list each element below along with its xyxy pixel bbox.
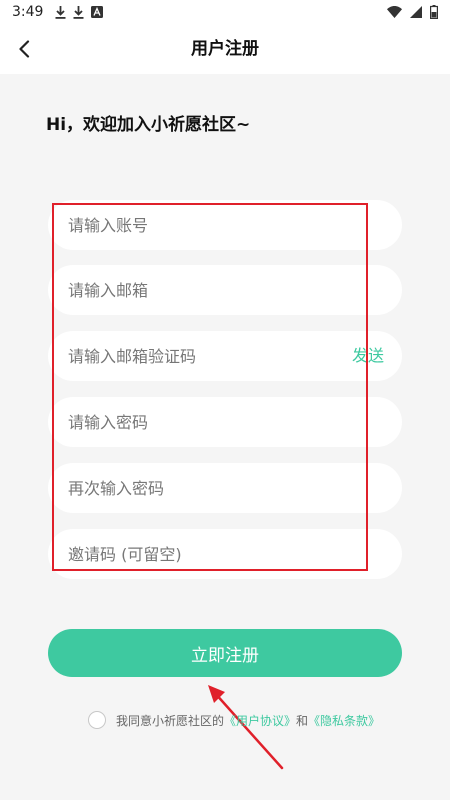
welcome-greeting: Hi，欢迎加入小祈愿社区~ xyxy=(46,115,251,135)
confirm-password-field xyxy=(48,463,402,513)
register-button[interactable]: 立即注册 xyxy=(48,629,402,677)
agreement-row: 我同意小祈愿社区的 《用户协议》 和 《隐私条款》 xyxy=(88,710,380,730)
annotation-highlight-box xyxy=(52,203,368,571)
email-field xyxy=(48,265,402,315)
confirm-password-input[interactable] xyxy=(48,463,338,513)
page-title: 用户注册 xyxy=(191,39,259,59)
account-field xyxy=(48,200,402,250)
system-icons xyxy=(387,5,438,19)
chevron-left-icon xyxy=(19,40,30,58)
back-button[interactable] xyxy=(10,35,38,63)
agreement-and: 和 xyxy=(296,713,309,728)
font-app-icon xyxy=(91,6,104,18)
privacy-policy-link[interactable]: 《隐私条款》 xyxy=(308,712,380,729)
email-code-field: 发送 xyxy=(48,331,402,381)
send-code-button[interactable]: 发送 xyxy=(352,331,384,381)
account-input[interactable] xyxy=(48,200,338,250)
battery-icon xyxy=(430,5,438,19)
status-bar: 3:49 xyxy=(0,0,450,24)
app-bar: 用户注册 xyxy=(0,24,450,74)
agree-checkbox[interactable] xyxy=(88,711,106,729)
email-input[interactable] xyxy=(48,265,338,315)
notification-icons xyxy=(55,5,104,19)
wifi-icon xyxy=(387,6,402,18)
password-field xyxy=(48,397,402,447)
download-icon xyxy=(73,5,84,19)
download-icon xyxy=(55,5,66,19)
status-time: 3:49 xyxy=(12,4,44,20)
agreement-prefix: 我同意小祈愿社区的 xyxy=(116,713,225,728)
invite-code-field xyxy=(48,529,402,579)
password-input[interactable] xyxy=(48,397,338,447)
signal-icon xyxy=(410,6,422,18)
invite-code-input[interactable] xyxy=(48,529,338,579)
user-agreement-link[interactable]: 《用户协议》 xyxy=(224,712,296,729)
email-code-input[interactable] xyxy=(48,331,338,381)
